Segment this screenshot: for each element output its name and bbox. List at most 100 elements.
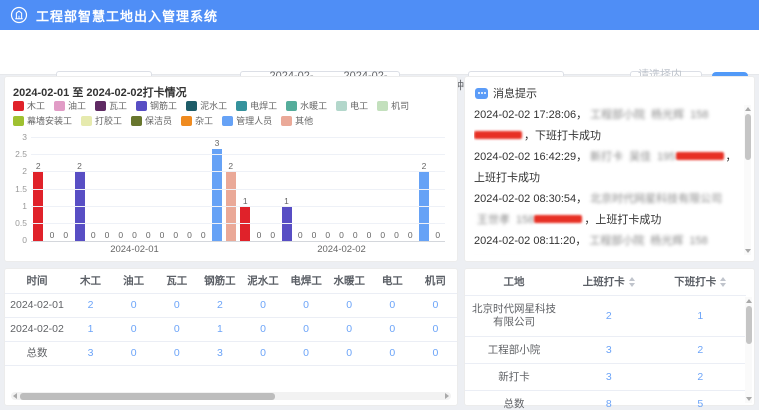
count-link[interactable]: 1: [69, 321, 112, 338]
sort-desc-icon[interactable]: [720, 283, 726, 287]
scrollbar-thumb[interactable]: [20, 393, 275, 400]
legend-item[interactable]: 电工: [336, 100, 368, 112]
legend-label: 木工: [27, 100, 45, 112]
sort-icon[interactable]: [629, 277, 635, 287]
count-link[interactable]: 0: [241, 345, 284, 362]
scrollbar-thumb[interactable]: [746, 306, 752, 344]
legend-item[interactable]: 其他: [281, 115, 313, 127]
count-link[interactable]: 2: [563, 308, 655, 325]
app-title: 工程部智慧工地出入管理系统: [36, 6, 218, 25]
count-link[interactable]: 3: [69, 345, 112, 362]
bar-value-label: 0: [187, 230, 192, 240]
message-status: ，下班打卡成功: [524, 130, 601, 142]
sort-asc-icon[interactable]: [629, 277, 635, 281]
bar-value-label: 0: [435, 230, 440, 240]
count-link[interactable]: 5: [655, 396, 747, 410]
count-link[interactable]: 0: [285, 321, 328, 338]
count-link[interactable]: 2: [655, 342, 747, 359]
gridline: [31, 189, 445, 190]
count-link[interactable]: 0: [371, 345, 414, 362]
legend-item[interactable]: 钢筋工: [136, 100, 177, 112]
count-link[interactable]: 0: [371, 321, 414, 338]
legend-item[interactable]: 幕墙安装工: [13, 115, 72, 127]
legend-swatch-icon: [286, 101, 297, 111]
count-link[interactable]: 0: [155, 321, 198, 338]
column-header-label: 水暖工: [333, 275, 365, 288]
bar[interactable]: [419, 172, 429, 241]
scroll-left-icon[interactable]: [13, 393, 17, 399]
worktype-table-hscrollbar[interactable]: [11, 392, 451, 400]
bar[interactable]: [33, 172, 43, 241]
count-link[interactable]: 0: [241, 297, 284, 314]
count-link[interactable]: 1: [655, 308, 747, 325]
site-table-scrollbar[interactable]: [745, 297, 752, 403]
legend-item[interactable]: 木工: [13, 100, 45, 112]
gridline: [31, 154, 445, 155]
legend-item[interactable]: 水暖工: [286, 100, 327, 112]
count-link[interactable]: 2: [69, 297, 112, 314]
legend-item[interactable]: 电焊工: [236, 100, 277, 112]
row-label: 2024-02-02: [5, 321, 69, 338]
message-scrollbar[interactable]: [744, 105, 751, 255]
legend-item[interactable]: 管理人员: [222, 115, 272, 127]
count-link[interactable]: 0: [112, 297, 155, 314]
column-header-label: 机司: [425, 275, 446, 288]
worktype-table-body: 2024-02-012002000002024-02-02100100000总数…: [5, 294, 457, 366]
count-link[interactable]: 8: [563, 396, 655, 410]
count-link[interactable]: 3: [563, 369, 655, 386]
scroll-down-icon[interactable]: [745, 249, 751, 253]
scrollbar-thumb[interactable]: [745, 114, 751, 160]
bar[interactable]: [75, 172, 85, 241]
column-header: 工地: [465, 274, 563, 291]
phone-redaction-block: [676, 152, 724, 160]
count-link[interactable]: 0: [328, 297, 371, 314]
count-link[interactable]: 1: [198, 321, 241, 338]
sort-icon[interactable]: [720, 277, 726, 287]
legend-swatch-icon: [81, 116, 92, 126]
bar-value-label: 0: [146, 230, 151, 240]
count-link[interactable]: 0: [285, 297, 328, 314]
legend-swatch-icon: [95, 101, 106, 111]
scroll-up-icon[interactable]: [746, 299, 752, 303]
count-link[interactable]: 0: [112, 345, 155, 362]
row-label: 新打卡: [465, 369, 563, 386]
count-link[interactable]: 0: [371, 297, 414, 314]
count-link[interactable]: 2: [655, 369, 747, 386]
count-link[interactable]: 0: [414, 321, 457, 338]
legend-item[interactable]: 保洁员: [131, 115, 172, 127]
y-axis-tick: 0: [9, 235, 27, 245]
count-link[interactable]: 2: [198, 297, 241, 314]
legend-item[interactable]: 机司: [377, 100, 409, 112]
legend-item[interactable]: 杂工: [181, 115, 213, 127]
count-link[interactable]: 0: [155, 297, 198, 314]
message-site-blurred: 新打卡: [590, 151, 623, 163]
count-link[interactable]: 0: [328, 345, 371, 362]
count-link[interactable]: 0: [241, 321, 284, 338]
count-link[interactable]: 0: [328, 321, 371, 338]
count-link[interactable]: 3: [198, 345, 241, 362]
count-link[interactable]: 0: [414, 345, 457, 362]
count-link[interactable]: 0: [155, 345, 198, 362]
legend-item[interactable]: 瓦工: [95, 100, 127, 112]
x-axis-label: 2024-02-01: [31, 244, 238, 255]
row-label: 总数: [465, 396, 563, 410]
scroll-right-icon[interactable]: [445, 393, 449, 399]
scroll-down-icon[interactable]: [746, 397, 752, 401]
bar[interactable]: [212, 149, 222, 241]
legend-item[interactable]: 油工: [54, 100, 86, 112]
sort-asc-icon[interactable]: [720, 277, 726, 281]
message-item: 2024-02-02 16:42:29，新打卡吴佳195，上班打卡成功: [474, 147, 738, 189]
message-phone-prefix: 195: [657, 151, 675, 163]
count-link[interactable]: 0: [285, 345, 328, 362]
message-list: 2024-02-02 17:28:06，工程部小院杨光辉158，下班打卡成功20…: [474, 105, 738, 255]
y-axis-tick: 3: [9, 132, 27, 142]
scroll-up-icon[interactable]: [745, 107, 751, 111]
legend-item[interactable]: 打胶工: [81, 115, 122, 127]
count-link[interactable]: 0: [112, 321, 155, 338]
legend-item[interactable]: 泥水工: [186, 100, 227, 112]
bar-value-label: 0: [91, 230, 96, 240]
count-link[interactable]: 0: [414, 297, 457, 314]
bar[interactable]: [226, 172, 236, 241]
sort-desc-icon[interactable]: [629, 283, 635, 287]
count-link[interactable]: 3: [563, 342, 655, 359]
